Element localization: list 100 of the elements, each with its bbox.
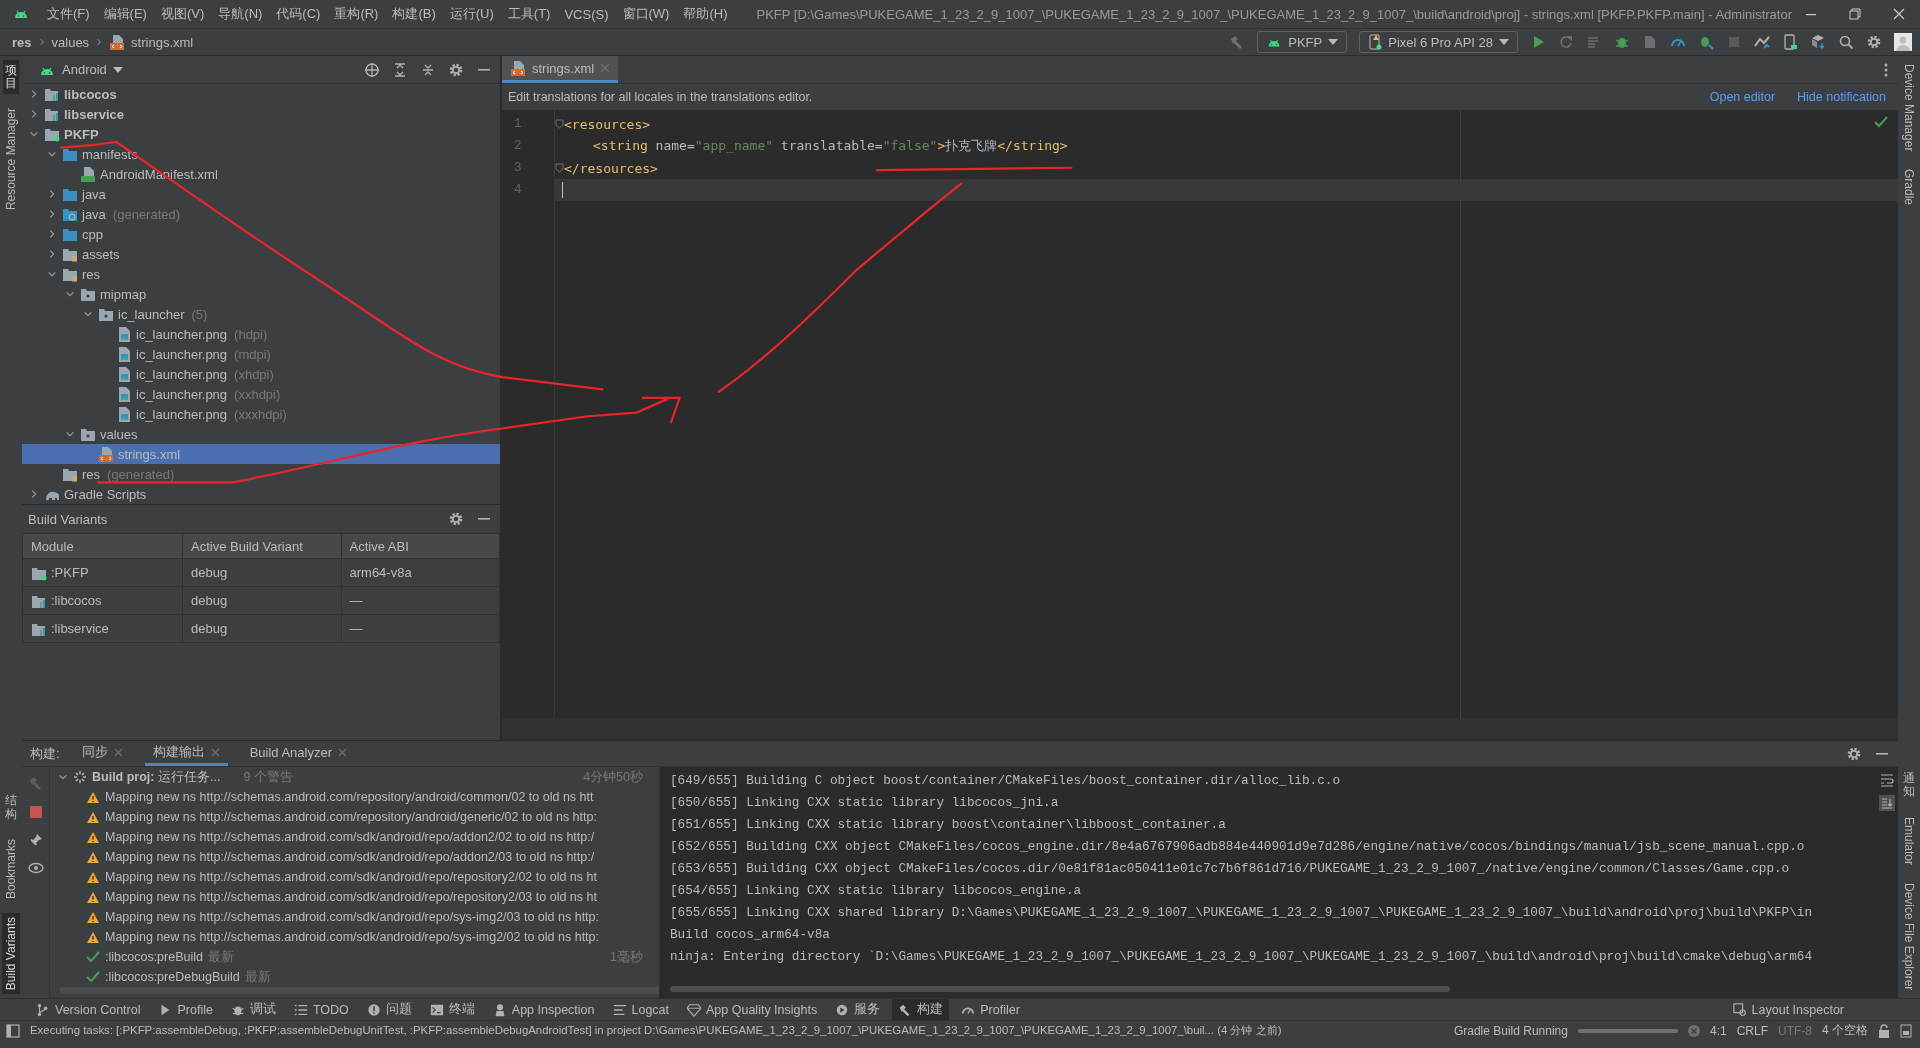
tree-item[interactable]: java <box>22 184 500 204</box>
tree-item[interactable]: libservice <box>22 104 500 124</box>
attach-debugger-icon[interactable] <box>1698 34 1714 50</box>
settings-icon[interactable] <box>1866 34 1882 50</box>
tool-window-button[interactable]: Profiler <box>955 999 1026 1020</box>
build-message[interactable]: Mapping new ns http://schemas.android.com/sdk/android/repo/sys-img2/02 to old ns http: <box>50 927 659 947</box>
chevron-down-icon[interactable] <box>65 289 75 299</box>
lock-icon[interactable] <box>1878 1023 1890 1038</box>
tool-window-tab[interactable]: 项目 <box>3 60 19 95</box>
table-cell[interactable]: debug <box>182 558 341 587</box>
fold-icon[interactable] <box>555 119 564 129</box>
settings-icon[interactable] <box>448 61 464 78</box>
table-cell[interactable]: debug <box>182 614 341 643</box>
tree-item[interactable]: ic_launcher.png (hdpi) <box>22 324 500 344</box>
cancel-icon[interactable] <box>1687 1024 1700 1037</box>
tool-window-tab[interactable]: 结构 <box>3 790 19 825</box>
soft-wrap-icon[interactable] <box>1879 773 1894 787</box>
pin-icon[interactable] <box>28 833 43 847</box>
breadcrumb[interactable]: strings.xml <box>131 34 194 50</box>
tool-window-tab[interactable]: Device Manager <box>1900 60 1918 156</box>
chevron-right-icon[interactable] <box>47 229 57 239</box>
scrollbar[interactable] <box>60 987 659 994</box>
tree-item[interactable]: ic_launcher.png (xxhdpi) <box>22 384 500 404</box>
tool-window-tab[interactable]: 通知 <box>1901 768 1917 803</box>
tree-item[interactable]: libcocos <box>22 84 500 104</box>
menu-item[interactable]: 视图(V) <box>153 5 212 23</box>
panel-tab[interactable]: 构建输出 <box>144 741 228 766</box>
breadcrumb[interactable]: res <box>12 34 32 50</box>
indent-setting[interactable]: 4 个空格 <box>1822 1022 1868 1039</box>
scrollbar[interactable] <box>670 986 1450 992</box>
tool-window-tab[interactable]: Device File Explorer <box>1900 878 1918 994</box>
panel-tab[interactable]: 同步 <box>73 741 131 766</box>
build-message[interactable]: Mapping new ns http://schemas.android.com/sdk/android/repo/repository2/03 to old ns ht <box>50 887 659 907</box>
chevron-right-icon[interactable] <box>29 489 39 499</box>
tool-window-button[interactable]: 服务 <box>829 999 887 1020</box>
tool-window-button[interactable]: Profile <box>152 999 219 1020</box>
build-message[interactable]: Mapping new ns http://schemas.android.com/repository/android/common/02 to old ns htt <box>50 787 659 807</box>
chevron-right-icon[interactable] <box>29 109 39 119</box>
tool-window-tab[interactable]: Gradle <box>1900 165 1918 210</box>
chevron-down-icon[interactable] <box>29 129 39 139</box>
tree-item[interactable]: res (generated) <box>22 464 500 484</box>
tree-item[interactable]: ic_launcher.png (xhdpi) <box>22 364 500 384</box>
chevron-right-icon[interactable] <box>47 189 57 199</box>
tool-window-tab[interactable]: Emulator <box>1900 812 1918 869</box>
settings-icon[interactable] <box>1846 745 1862 762</box>
tree-item[interactable]: cpp <box>22 224 500 244</box>
tool-window-tab[interactable]: Bookmarks <box>2 834 20 903</box>
sync-icon[interactable] <box>1754 34 1770 50</box>
search-icon[interactable] <box>1838 34 1854 50</box>
menu-item[interactable]: 重构(R) <box>327 5 386 23</box>
profile-icon[interactable] <box>1642 34 1658 50</box>
panel-tab[interactable]: Build Analyzer <box>241 741 355 766</box>
device-manager-icon[interactable] <box>1782 34 1798 50</box>
run-configuration-dropdown[interactable]: PKFP <box>1257 31 1348 53</box>
tool-window-button[interactable]: 终端 <box>423 999 481 1020</box>
tool-window-button[interactable]: Layout Inspector <box>1726 999 1850 1020</box>
stop-icon[interactable] <box>28 805 43 819</box>
tool-window-button[interactable]: 调试 <box>224 999 282 1020</box>
tree-item[interactable]: java (generated) <box>22 204 500 224</box>
chevron-down-icon[interactable] <box>58 772 68 782</box>
build-message[interactable]: Mapping new ns http://schemas.android.com/sdk/android/repo/repository2/02 to old ns ht <box>50 867 659 887</box>
settings-icon[interactable] <box>448 511 464 527</box>
restore-icon[interactable] <box>1848 7 1862 21</box>
menu-item[interactable]: 运行(U) <box>442 5 501 23</box>
table-cell[interactable]: — <box>341 614 500 643</box>
build-message[interactable]: Mapping new ns http://schemas.android.com/sdk/android/repo/sys-img2/03 to old ns http: <box>50 907 659 927</box>
menu-item[interactable]: 编辑(E) <box>96 5 154 23</box>
chevron-down-icon[interactable] <box>83 309 93 319</box>
menu-item[interactable]: 帮助(H) <box>676 5 735 23</box>
table-cell[interactable]: debug <box>182 586 341 615</box>
panel-toggle-icon[interactable] <box>6 1023 20 1038</box>
menu-item[interactable]: 窗口(W) <box>615 5 677 23</box>
chevron-down-icon[interactable] <box>47 149 57 159</box>
chevron-down-icon[interactable] <box>47 269 57 279</box>
menu-item[interactable]: 文件(F) <box>40 5 97 23</box>
background-task[interactable]: Gradle Build Running <box>1453 1023 1568 1038</box>
menu-item[interactable]: VCS(S) <box>557 6 616 22</box>
fold-icon[interactable] <box>555 163 564 173</box>
tool-window-button[interactable]: App Inspection <box>486 999 601 1020</box>
chevron-down-icon[interactable] <box>65 429 75 439</box>
tree-item[interactable]: assets <box>22 244 500 264</box>
caret-position[interactable]: 4:1 <box>1709 1023 1727 1038</box>
tree-item[interactable]: ic_launcher.png (xxxhdpi) <box>22 404 500 424</box>
tool-window-button[interactable]: TODO <box>287 999 355 1020</box>
device-dropdown[interactable]: Pixel 6 Pro API 28 <box>1359 31 1518 53</box>
tool-window-tab[interactable]: Resource Manager <box>2 104 20 215</box>
tree-item[interactable]: manifests <box>22 144 500 164</box>
tool-window-tab[interactable]: Build Variants <box>2 912 20 994</box>
chevron-right-icon[interactable] <box>29 89 39 99</box>
tool-window-button[interactable]: Version Control <box>30 999 147 1020</box>
build-message[interactable]: Mapping new ns http://schemas.android.com/sdk/android/repo/addon2/02 to old ns http:/ <box>50 827 659 847</box>
tree-item[interactable]: ic_launcher.png (mdpi) <box>22 344 500 364</box>
expand-all-icon[interactable] <box>392 61 408 78</box>
menu-item[interactable]: 工具(T) <box>500 5 558 23</box>
memory-indicator-icon[interactable] <box>1900 1023 1912 1038</box>
scroll-to-end-icon[interactable] <box>1878 795 1895 811</box>
project-view-dropdown[interactable]: Android <box>32 61 129 78</box>
menu-item[interactable]: 导航(N) <box>211 5 270 23</box>
menu-item[interactable]: 构建(B) <box>385 5 443 23</box>
tree-item[interactable]: PKFP <box>22 124 500 144</box>
